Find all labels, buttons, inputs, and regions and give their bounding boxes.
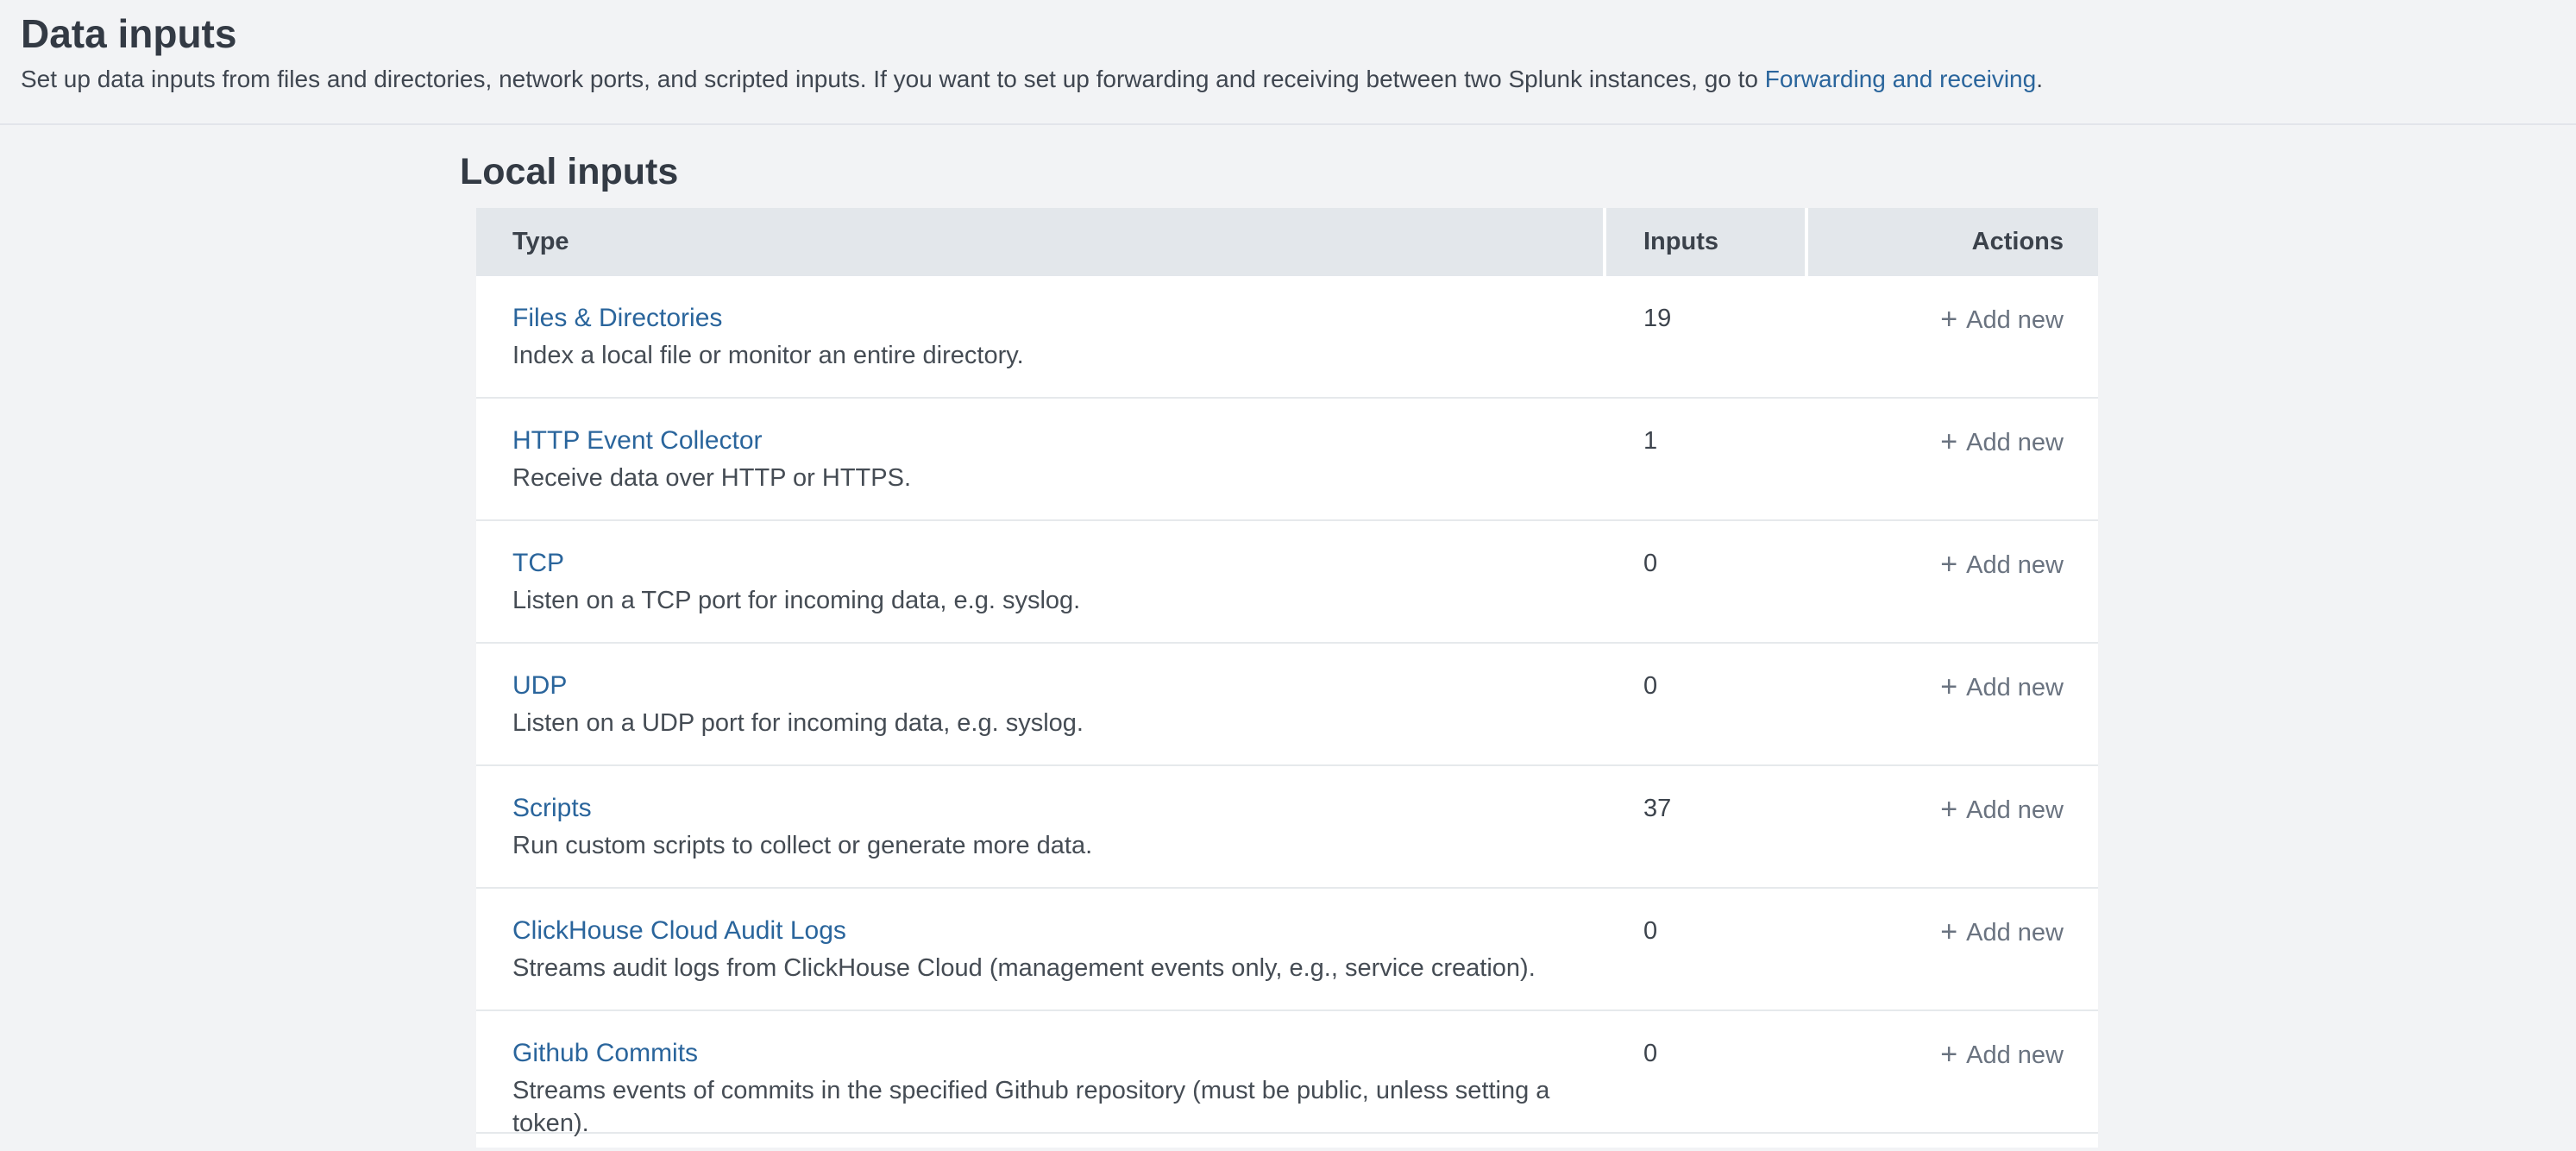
plus-icon: + <box>1940 915 1957 948</box>
type-cell: HTTP Event Collector Receive data over H… <box>476 425 1603 519</box>
table-row: UDP Listen on a UDP port for incoming da… <box>476 644 2098 766</box>
subtitle-text: Set up data inputs from files and direct… <box>21 66 1765 92</box>
table-header-row: Type Inputs Actions <box>476 208 2098 276</box>
add-new-button[interactable]: + Add new <box>1940 670 2064 704</box>
inputs-cell: 0 <box>1606 1037 1805 1132</box>
local-inputs-table: Type Inputs Actions Files & Directories … <box>476 208 2098 1148</box>
clickhouse-cloud-audit-logs-link[interactable]: ClickHouse Cloud Audit Logs <box>512 915 846 947</box>
actions-cell: + Add new <box>1808 792 2098 887</box>
type-description: Listen on a UDP port for incoming data, … <box>512 707 1603 739</box>
add-new-label: Add new <box>1966 794 2064 827</box>
plus-icon: + <box>1940 548 1957 581</box>
add-new-label: Add new <box>1966 1039 2064 1072</box>
add-new-button[interactable]: + Add new <box>1940 915 2064 949</box>
plus-icon: + <box>1940 793 1957 826</box>
github-commits-link[interactable]: Github Commits <box>512 1037 698 1070</box>
inputs-count: 0 <box>1643 672 1657 700</box>
inputs-cell: 37 <box>1606 792 1805 887</box>
inputs-count: 1 <box>1643 427 1657 455</box>
type-description: Listen on a TCP port for incoming data, … <box>512 584 1603 617</box>
page-header: Data inputs Set up data inputs from file… <box>0 0 2576 125</box>
column-header-type: Type <box>476 208 1603 276</box>
inputs-count: 0 <box>1643 917 1657 945</box>
type-cell: UDP Listen on a UDP port for incoming da… <box>476 670 1603 764</box>
add-new-button[interactable]: + Add new <box>1940 425 2064 459</box>
udp-link[interactable]: UDP <box>512 670 567 702</box>
scripts-link[interactable]: Scripts <box>512 792 592 825</box>
type-description: Receive data over HTTP or HTTPS. <box>512 462 1603 494</box>
actions-cell: + Add new <box>1808 547 2098 642</box>
page-subtitle: Set up data inputs from files and direct… <box>21 62 2555 97</box>
add-new-button[interactable]: + Add new <box>1940 302 2064 336</box>
content-area: Local inputs Type Inputs Actions Files &… <box>460 149 2576 1148</box>
type-description: Run custom scripts to collect or generat… <box>512 829 1603 862</box>
subtitle-period: . <box>2036 66 2043 92</box>
add-new-button[interactable]: + Add new <box>1940 792 2064 827</box>
tcp-link[interactable]: TCP <box>512 547 564 580</box>
column-header-inputs: Inputs <box>1606 208 1805 276</box>
type-description: Index a local file or monitor an entire … <box>512 339 1603 372</box>
type-cell: TCP Listen on a TCP port for incoming da… <box>476 547 1603 642</box>
plus-icon: + <box>1940 303 1957 336</box>
type-cell: ClickHouse Cloud Audit Logs Streams audi… <box>476 915 1603 1009</box>
type-cell: Scripts Run custom scripts to collect or… <box>476 792 1603 887</box>
inputs-count: 0 <box>1643 550 1657 577</box>
add-new-label: Add new <box>1966 671 2064 704</box>
forwarding-and-receiving-link[interactable]: Forwarding and receiving <box>1765 66 2036 92</box>
add-new-button[interactable]: + Add new <box>1940 547 2064 582</box>
plus-icon: + <box>1940 425 1957 458</box>
inputs-cell: 19 <box>1606 302 1805 397</box>
actions-cell: + Add new <box>1808 1037 2098 1132</box>
inputs-cell: 0 <box>1606 547 1805 642</box>
type-description: Streams events of commits in the specifi… <box>512 1074 1603 1140</box>
files-directories-link[interactable]: Files & Directories <box>512 302 722 335</box>
local-inputs-heading: Local inputs <box>460 149 2576 194</box>
inputs-cell: 1 <box>1606 425 1805 519</box>
table-row: Files & Directories Index a local file o… <box>476 276 2098 399</box>
table-row: Scripts Run custom scripts to collect or… <box>476 766 2098 889</box>
type-description: Streams audit logs from ClickHouse Cloud… <box>512 952 1603 984</box>
add-new-label: Add new <box>1966 549 2064 582</box>
table-row: TCP Listen on a TCP port for incoming da… <box>476 521 2098 644</box>
inputs-cell: 0 <box>1606 670 1805 764</box>
add-new-button[interactable]: + Add new <box>1940 1037 2064 1072</box>
inputs-count: 37 <box>1643 795 1671 822</box>
inputs-cell: 0 <box>1606 915 1805 1009</box>
plus-icon: + <box>1940 670 1957 703</box>
add-new-label: Add new <box>1966 426 2064 459</box>
actions-cell: + Add new <box>1808 915 2098 1009</box>
column-header-actions: Actions <box>1808 208 2098 276</box>
actions-cell: + Add new <box>1808 425 2098 519</box>
actions-cell: + Add new <box>1808 670 2098 764</box>
inputs-count: 19 <box>1643 305 1671 332</box>
add-new-label: Add new <box>1966 916 2064 949</box>
table-row: HTTP Event Collector Receive data over H… <box>476 399 2098 521</box>
type-cell: Github Commits Streams events of commits… <box>476 1037 1603 1132</box>
type-cell: Files & Directories Index a local file o… <box>476 302 1603 397</box>
page-title: Data inputs <box>21 9 2555 59</box>
http-event-collector-link[interactable]: HTTP Event Collector <box>512 425 763 457</box>
add-new-label: Add new <box>1966 304 2064 336</box>
table-row: ClickHouse Cloud Audit Logs Streams audi… <box>476 889 2098 1011</box>
actions-cell: + Add new <box>1808 302 2098 397</box>
inputs-count: 0 <box>1643 1040 1657 1067</box>
table-row: Github Commits Streams events of commits… <box>476 1011 2098 1134</box>
plus-icon: + <box>1940 1038 1957 1071</box>
